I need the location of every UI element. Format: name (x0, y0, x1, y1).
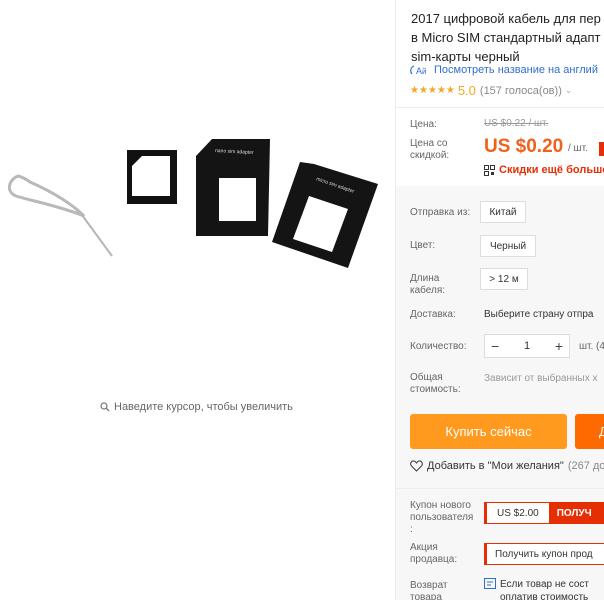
price-unit: / шт. (568, 143, 588, 154)
translate-icon: Aй (410, 65, 426, 76)
product-gallery: nano sim adapter micro sim adapter Навед… (0, 0, 395, 600)
discount-badge (599, 142, 604, 156)
plus-icon[interactable]: + (555, 338, 563, 354)
delivery-country-select[interactable]: Выберите страну отпра (484, 309, 593, 320)
quantity-stepper[interactable]: − 1 + (484, 334, 570, 358)
product-title: 2017 цифровой кабель для пер в Micro SIM… (411, 11, 601, 64)
nano-adapter-image: nano sim adapter (196, 139, 270, 236)
new-user-coupon-label: Купон нового пользователя: (410, 500, 474, 535)
total-cost-value: Зависит от выбранных х (484, 373, 598, 384)
coupon-amount: US $2.00 (497, 507, 539, 519)
micro-adapter-image: micro sim adapter (272, 162, 378, 268)
color-option[interactable]: Черный (480, 235, 536, 257)
new-user-coupon[interactable]: US $2.00 ПОЛУЧ (484, 502, 604, 524)
zoom-hint: Наведите курсор, чтобы увеличить (100, 401, 293, 413)
add-to-wishlist-link[interactable]: Добавить в "Мои желания" (267 до (410, 460, 604, 472)
discount-price: US $0.20 (484, 136, 564, 157)
seller-promo-label: Акция продавца: (410, 542, 458, 565)
rating-value: 5.0 (457, 83, 476, 98)
sim-eject-pin-image (8, 174, 113, 257)
cable-length-label: Длина кабеля: (410, 273, 446, 296)
product-image[interactable]: nano sim adapter micro sim adapter (0, 0, 395, 300)
return-policy-icon (484, 578, 496, 589)
svg-text:й: й (422, 67, 426, 76)
color-label: Цвет: (410, 240, 436, 251)
rating[interactable]: ★★★★★ 5.0 (157 голоса(ов)) ⌄ (410, 83, 572, 98)
total-cost-label: Общая стоимость: (410, 372, 461, 395)
translate-title-link[interactable]: Aй Посмотреть название на англий (410, 64, 598, 76)
return-label: Возврат товара (410, 580, 448, 600)
product-info-panel: 2017 цифровой кабель для пер в Micro SIM… (396, 0, 604, 600)
app-discount-link[interactable]: Скидки ещё больше (484, 164, 604, 176)
heart-icon (410, 460, 423, 472)
divider (396, 488, 604, 489)
quantity-unit: шт. (4 (579, 341, 604, 352)
get-coupon-button[interactable]: ПОЛУЧ (548, 503, 604, 523)
minus-icon[interactable]: − (491, 338, 499, 354)
old-price: US $0.22 / шт. (484, 118, 549, 129)
quantity-input[interactable]: 1 (524, 340, 530, 352)
return-policy: Если товар не сост оплатив стоимость (484, 578, 589, 600)
chevron-down-icon[interactable]: ⌄ (565, 85, 573, 96)
buy-now-button[interactable]: Купить сейчас (410, 414, 567, 449)
quantity-label: Количество: (410, 341, 467, 352)
votes-count[interactable]: (157 голоса(ов)) (480, 85, 562, 97)
seller-coupon-button[interactable]: Получить купон прод (484, 543, 604, 565)
zoom-hint-text: Наведите курсор, чтобы увеличить (114, 401, 293, 413)
qr-code-icon (484, 164, 495, 176)
add-to-cart-button[interactable]: Д (575, 414, 604, 449)
price-label: Цена: (410, 119, 437, 130)
five-stars-icon: ★★★★★ (410, 85, 455, 96)
cable-length-option[interactable]: > 12 м (480, 268, 528, 290)
discount-price-label: Цена со скидкой: (410, 138, 450, 161)
wishlist-count: (267 до (567, 460, 604, 472)
shipping-from-option[interactable]: Китай (480, 201, 526, 223)
delivery-label: Доставка: (410, 309, 456, 320)
magnifier-icon (100, 402, 110, 412)
shipping-from-label: Отправка из: (410, 207, 471, 218)
small-adapter-image (127, 150, 177, 204)
divider (396, 107, 604, 108)
